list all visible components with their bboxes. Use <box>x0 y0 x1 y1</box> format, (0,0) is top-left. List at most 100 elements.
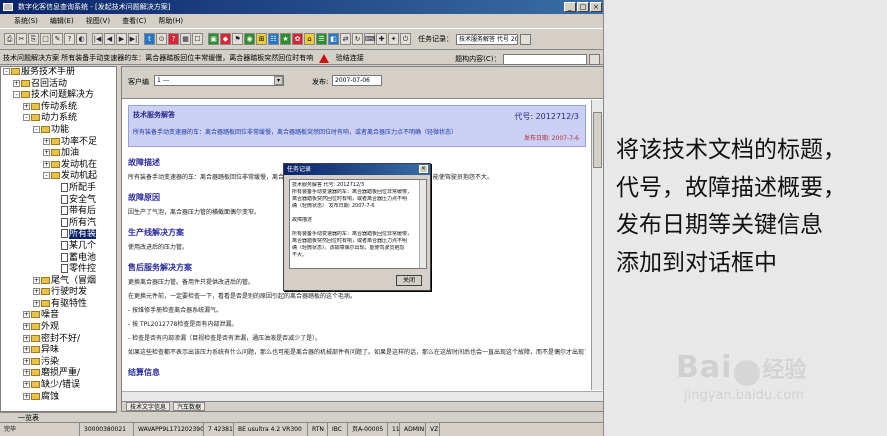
tree-node-label[interactable]: 有驱特性 <box>51 299 87 309</box>
tree-node[interactable]: - 发动机起 <box>1 171 116 183</box>
tree-node[interactable]: 所配手 <box>1 182 116 195</box>
toolbar-button[interactable]: ▶| <box>128 33 139 45</box>
close-button[interactable]: × <box>590 2 602 12</box>
toolbar-button[interactable]: ◉ <box>244 33 255 45</box>
toolbar-button[interactable]: ↻ <box>352 33 363 45</box>
tree-node-label[interactable]: 污染 <box>41 357 59 367</box>
tree-node-label[interactable]: 行驶时发 <box>51 287 87 297</box>
tree-node-label[interactable]: 尾气（冒烟 <box>51 276 96 286</box>
collapse-icon[interactable]: - <box>13 91 20 99</box>
tree-node[interactable]: 带有后 <box>1 206 116 218</box>
toolbar-button[interactable]: ✎ <box>52 33 63 45</box>
expand-icon[interactable]: + <box>23 369 30 377</box>
tab-vehicle-data[interactable]: 汽车数据 <box>173 402 206 411</box>
tree-node[interactable]: + 异味 <box>1 345 116 357</box>
toolbar-button[interactable]: ▦ <box>180 33 191 45</box>
toolbar-button[interactable]: ⌨ <box>364 33 375 45</box>
collapse-icon[interactable]: - <box>23 114 30 122</box>
collapse-icon[interactable]: - <box>33 125 40 133</box>
navigation-tree[interactable]: - 服务技术手册 + 召回活动 - 技术问题解决方 + 传动系统 - 动力系统 - 功能 + 功率不足 + 加… <box>0 66 117 412</box>
toolbar-button[interactable]: ✦ <box>388 33 399 45</box>
date-field[interactable]: 2007-07-06 <box>332 75 382 86</box>
toolbar-button[interactable]: ☐ <box>192 33 203 45</box>
menu-item[interactable]: 编辑(E) <box>50 15 74 27</box>
tree-node[interactable]: + 召回活动 <box>1 79 116 91</box>
tab-text-info[interactable]: 技术文字信息 <box>126 402 171 411</box>
tree-node[interactable]: - 技术问题解决方 <box>1 90 116 102</box>
toolbar-button[interactable]: ☷ <box>268 33 279 45</box>
toolbar-button[interactable]: ✿ <box>292 33 303 45</box>
dialog-scrollbar[interactable] <box>419 180 426 268</box>
tree-node[interactable]: + 尾气（冒烟 <box>1 276 116 288</box>
expand-icon[interactable]: + <box>23 334 30 342</box>
toolbar-button[interactable]: ◆ <box>220 33 231 45</box>
maximize-button[interactable]: □ <box>577 2 589 12</box>
expand-icon[interactable]: + <box>43 137 50 145</box>
collapse-icon[interactable]: - <box>3 68 10 75</box>
tree-node[interactable]: + 外观 <box>1 322 116 334</box>
task-field[interactable]: 技术服务解答 代号 20 <box>456 33 518 45</box>
tree-node-label[interactable]: 某几个 <box>69 241 96 251</box>
toolbar-button[interactable]: □ <box>40 33 51 45</box>
expand-icon[interactable]: + <box>23 323 30 331</box>
toolbar-button[interactable]: ▶ <box>116 33 127 45</box>
tree-node[interactable]: + 行驶时发 <box>1 287 116 299</box>
toolbar-button[interactable]: ◧ <box>328 33 339 45</box>
toolbar-button[interactable]: ▣ <box>208 33 219 45</box>
tree-node[interactable]: 零件控 <box>1 264 116 276</box>
tree-node-label[interactable]: 动力系统 <box>41 113 77 123</box>
dialog-titlebar[interactable]: 任务记录 × <box>284 164 430 175</box>
tree-node[interactable]: + 有驱特性 <box>1 299 116 311</box>
tree-node-label[interactable]: 发动机在 <box>61 160 97 170</box>
tree-node-label[interactable]: 所有汽 <box>69 218 96 228</box>
tree-node[interactable]: 某几个 <box>1 240 116 253</box>
tree-node-label[interactable]: 功能 <box>51 125 69 135</box>
expand-icon[interactable]: + <box>23 392 30 400</box>
tree-node[interactable]: + 传动系统 <box>1 102 116 114</box>
toolbar-button[interactable]: ◐ <box>76 33 87 45</box>
tree-node[interactable]: + 缺少/错误 <box>1 380 116 392</box>
tree-node-label[interactable]: 安全气 <box>69 195 96 205</box>
expand-icon[interactable]: + <box>33 288 40 296</box>
tree-node[interactable]: + 功率不足 <box>1 137 116 149</box>
tree-node[interactable]: - 功能 <box>1 125 116 137</box>
menu-item[interactable]: 视图(V) <box>86 15 110 27</box>
expand-icon[interactable]: + <box>23 311 30 319</box>
tree-node[interactable]: + 噪音 <box>1 310 116 322</box>
tree-node-label[interactable]: 功率不足 <box>61 137 97 147</box>
tree-node-label[interactable]: 磨损严重/ <box>41 368 80 378</box>
tree-node[interactable]: + 磨损严重/ <box>1 368 116 380</box>
toolbar-button[interactable]: ◀ <box>104 33 115 45</box>
customer-select[interactable]: 1 --- <box>154 75 284 86</box>
toolbar-button[interactable]: |◀ <box>92 33 103 45</box>
toolbar-button[interactable]: ★ <box>280 33 291 45</box>
horizontal-scrollbar[interactable] <box>122 391 603 401</box>
search-dropdown-button[interactable] <box>589 53 600 65</box>
tree-node[interactable]: 所有装 <box>1 229 116 241</box>
tree-node-label[interactable]: 技术问题解决方 <box>31 90 94 100</box>
toolbar-button[interactable]: ⌂ <box>304 33 315 45</box>
toolbar-button[interactable]: ? <box>64 33 75 45</box>
tree-node-label[interactable]: 传动系统 <box>41 102 77 112</box>
toolbar-button[interactable]: ⇄ <box>340 33 351 45</box>
toolbar-button[interactable]: ⚑ <box>232 33 243 45</box>
expand-icon[interactable]: + <box>33 299 40 307</box>
tree-node-label[interactable]: 噪音 <box>41 310 59 320</box>
menu-item[interactable]: 系统(S) <box>14 15 38 27</box>
tree-node-label[interactable]: 外观 <box>41 322 59 332</box>
vertical-scrollbar[interactable] <box>591 100 603 390</box>
toolbar-button[interactable]: ✚ <box>376 33 387 45</box>
tree-node-label[interactable]: 服务技术手册 <box>21 67 75 77</box>
tree-node-label[interactable]: 异味 <box>41 345 59 355</box>
tree-node-label[interactable]: 缺少/错误 <box>41 380 80 390</box>
expand-icon[interactable]: + <box>13 79 20 87</box>
tree-node-label[interactable]: 腐蚀 <box>41 392 59 402</box>
tree-node[interactable]: 安全气 <box>1 194 116 207</box>
tree-node[interactable]: - 动力系统 <box>1 113 116 125</box>
toolbar-button[interactable]: ✂ <box>16 33 27 45</box>
search-input[interactable] <box>502 53 587 65</box>
tree-node[interactable]: + 污染 <box>1 357 116 369</box>
tree-node-label[interactable]: 召回活动 <box>31 79 67 89</box>
expand-icon[interactable]: + <box>23 102 30 110</box>
expand-icon[interactable]: + <box>33 276 40 284</box>
